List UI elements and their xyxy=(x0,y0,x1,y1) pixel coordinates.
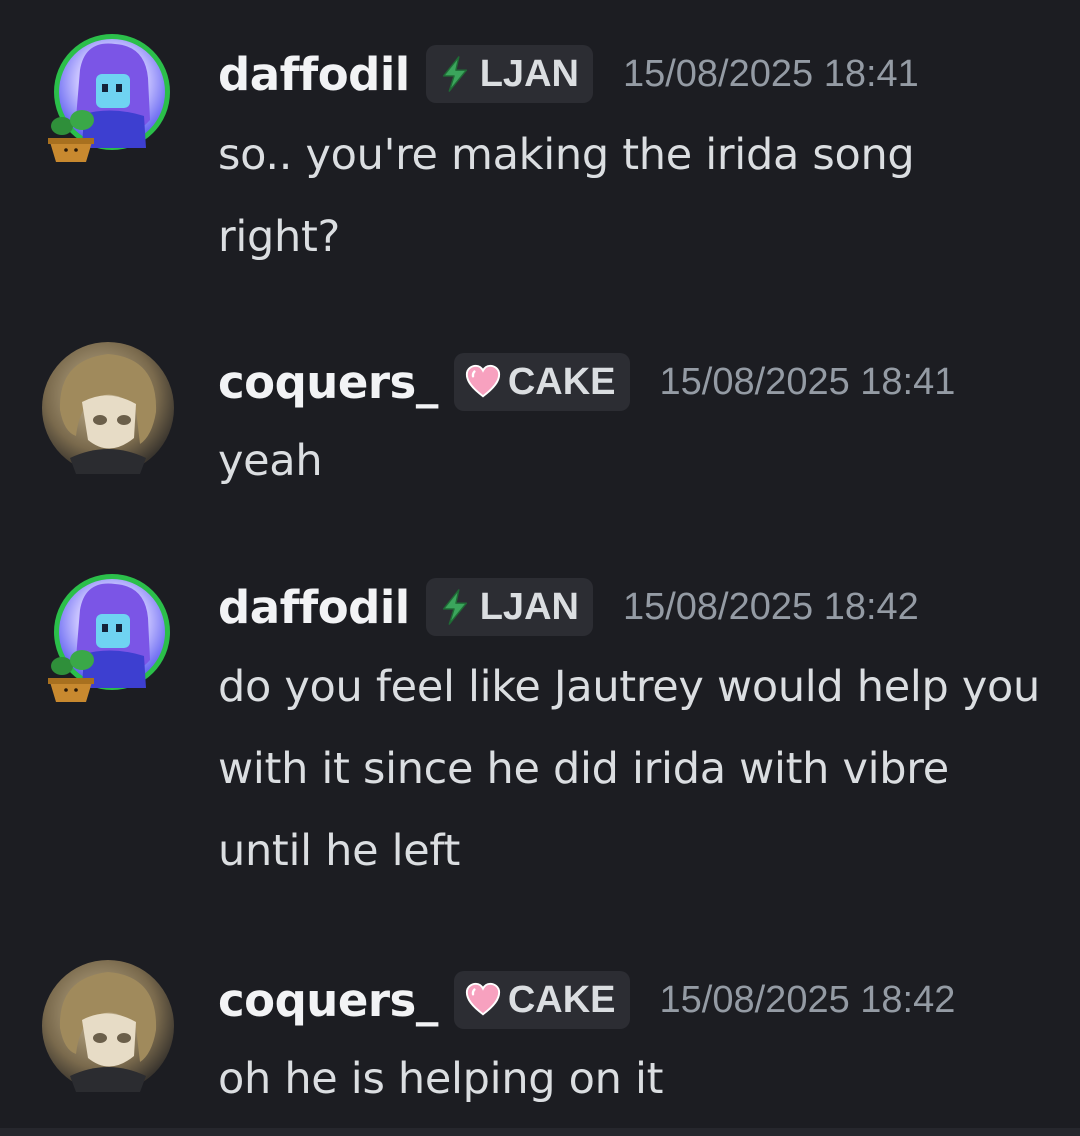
message-text: do you feel like Jautrey would help you … xyxy=(218,662,1041,876)
message-header: daffodil LJAN 15/08/2025 18:41 xyxy=(218,44,919,104)
server-tag-label: LJAN xyxy=(479,585,579,628)
username[interactable]: daffodil xyxy=(218,48,410,101)
user-avatar[interactable] xyxy=(40,570,176,706)
message-text: so.. you're making the irida song right? xyxy=(218,130,915,262)
message-timestamp: 15/08/2025 18:41 xyxy=(659,360,956,403)
username[interactable]: daffodil xyxy=(218,581,410,634)
message-header: coquers_ CAKE 15/08/2025 18:41 xyxy=(218,352,955,412)
server-tag-badge[interactable]: CAKE xyxy=(453,971,630,1029)
user-avatar[interactable] xyxy=(40,958,176,1094)
lightning-bolt-icon xyxy=(436,55,474,93)
message-header: daffodil LJAN 15/08/2025 18:42 xyxy=(218,577,919,637)
message-timestamp: 15/08/2025 18:42 xyxy=(659,978,956,1021)
user-avatar[interactable] xyxy=(40,30,176,166)
server-tag-label: LJAN xyxy=(479,52,579,95)
lightning-bolt-icon xyxy=(436,588,474,626)
server-tag-badge[interactable]: LJAN xyxy=(425,578,593,636)
username[interactable]: coquers_ xyxy=(218,356,438,409)
divider xyxy=(0,1128,1080,1136)
message-header: coquers_ CAKE 15/08/2025 18:42 xyxy=(218,970,955,1030)
username[interactable]: coquers_ xyxy=(218,974,438,1027)
message-text: oh he is helping on it xyxy=(218,1054,664,1104)
pink-heart-icon xyxy=(464,363,502,401)
server-tag-badge[interactable]: LJAN xyxy=(425,45,593,103)
message-timestamp: 15/08/2025 18:41 xyxy=(622,52,919,95)
pink-heart-icon xyxy=(464,981,502,1019)
user-avatar[interactable] xyxy=(40,340,176,476)
server-tag-label: CAKE xyxy=(507,360,616,403)
server-tag-badge[interactable]: CAKE xyxy=(453,353,630,411)
message-timestamp: 15/08/2025 18:42 xyxy=(622,585,919,628)
server-tag-label: CAKE xyxy=(507,978,616,1021)
message-text: yeah xyxy=(218,436,323,486)
